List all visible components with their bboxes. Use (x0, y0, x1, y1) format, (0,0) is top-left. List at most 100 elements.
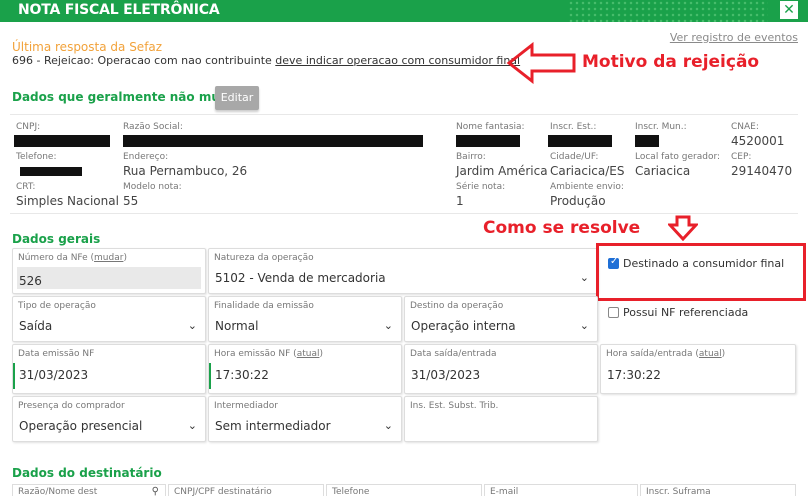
modelo-value: 55 (123, 194, 139, 208)
fixed-data-panel: CNPJ: Razão Social: Nome fantasia: Inscr… (10, 114, 798, 214)
crt-label: CRT: (16, 182, 36, 192)
tipo-operacao-value: Saída (19, 319, 53, 333)
data-saida-label: Data saída/entrada (410, 349, 497, 359)
inscr-est-label: Inscr. Est.: (550, 122, 597, 132)
data-saida-value: 31/03/2023 (411, 368, 481, 382)
redacted-nome-fantasia (456, 135, 520, 147)
ambiente-label: Ambiente envio: (550, 182, 624, 192)
cnpj-label: CNPJ: (16, 122, 41, 132)
redacted-cnpj (14, 135, 110, 147)
cidade-label: Cidade/UF: (550, 152, 599, 162)
destino-operacao-label: Destino da operação (410, 301, 504, 311)
close-icon[interactable]: ✕ (780, 1, 798, 19)
bairro-value: Jardim América (456, 164, 548, 178)
nfe-number-label: Número da NFe (mudar) (18, 253, 127, 263)
fixed-data-title: Dados que geralmente não mudam (12, 90, 250, 104)
tipo-operacao-label: Tipo de operação (18, 301, 96, 311)
nf-referenciada-label: Possui NF referenciada (623, 306, 749, 319)
cidade-value: Cariacica/ES (550, 164, 625, 178)
chevron-down-icon: ⌄ (383, 419, 393, 432)
natureza-operacao-value: 5102 - Venda de mercadoria (215, 271, 386, 285)
checkbox-unchecked-icon[interactable] (608, 307, 619, 318)
hora-saida-input[interactable]: Hora saída/entrada (atual) 17:30:22 (600, 344, 796, 394)
input-focus-bar (13, 363, 15, 389)
tipo-operacao-select[interactable]: Tipo de operação Saída ⌄ (12, 296, 206, 342)
natureza-operacao-label: Natureza da operação (214, 253, 314, 263)
nfe-number-disabled-bg (17, 267, 201, 289)
annotation-rejection-reason: Motivo da rejeição (582, 52, 760, 72)
hora-saida-value: 17:30:22 (607, 368, 661, 382)
rejection-highlight-text: deve indicar operacao com consumidor fin… (275, 54, 521, 67)
edit-button[interactable]: Editar (215, 86, 259, 110)
serie-label: Série nota: (456, 182, 506, 192)
recipient-document-label: CNPJ/CPF destinatário (174, 487, 272, 496)
recipient-email-input[interactable]: E-mail (484, 484, 638, 496)
nome-fantasia-label: Nome fantasia: (456, 122, 525, 132)
ins-est-subst-input[interactable]: Ins. Est. Subst. Trib. (404, 396, 598, 442)
search-icon[interactable]: ⚲ (152, 486, 159, 496)
recipient-email-label: E-mail (490, 487, 519, 496)
chevron-down-icon: ⌄ (187, 319, 197, 332)
recipient-suframa-label: Inscr. Suframa (646, 487, 711, 496)
redacted-telefone (20, 167, 82, 176)
redacted-inscr-mun (635, 135, 659, 147)
redacted-inscr-est (548, 135, 612, 147)
hora-emissao-label: Hora emissão NF (atual) (214, 349, 323, 359)
nfe-number-field: Número da NFe (mudar) 526 (12, 248, 206, 294)
finalidade-emissao-value: Normal (215, 319, 259, 333)
endereco-value: Rua Pernambuco, 26 (123, 164, 248, 178)
data-emissao-value: 31/03/2023 (19, 368, 89, 382)
chevron-down-icon: ⌄ (579, 319, 589, 332)
hora-emissao-input[interactable]: Hora emissão NF (atual) 17:30:22 (208, 344, 402, 394)
data-saida-input[interactable]: Data saída/entrada 31/03/2023 (404, 344, 598, 394)
app-header: NOTA FISCAL ELETRÔNICA ✕ (0, 0, 808, 22)
recipient-name-input[interactable]: Razão/Nome dest ⚲ (12, 484, 166, 496)
chevron-down-icon: ⌄ (579, 271, 589, 284)
annotation-highlight-frame (596, 243, 806, 301)
ins-est-subst-label: Ins. Est. Subst. Trib. (410, 401, 499, 411)
hora-emissao-value: 17:30:22 (215, 368, 269, 382)
rejection-code-text: 696 - Rejeicao: Operacao com nao contrib… (12, 54, 276, 67)
destino-operacao-select[interactable]: Destino da operação Operação interna ⌄ (404, 296, 598, 342)
data-emissao-input[interactable]: Data emissão NF 31/03/2023 (12, 344, 206, 394)
change-number-link[interactable]: mudar (94, 253, 123, 263)
events-log-link[interactable]: Ver registro de eventos (670, 31, 798, 44)
recipient-document-input[interactable]: CNPJ/CPF destinatário (168, 484, 324, 496)
intermediador-label: Intermediador (214, 401, 278, 411)
cep-value: 29140470 (731, 164, 793, 178)
ambiente-value: Produção (550, 194, 606, 208)
intermediador-value: Sem intermediador (215, 419, 331, 433)
razao-social-label: Razão Social: (123, 122, 183, 132)
hora-emissao-current-link[interactable]: atual (297, 349, 320, 359)
local-fato-label: Local fato gerador: (635, 152, 721, 162)
presenca-comprador-label: Presença do comprador (18, 401, 125, 411)
redacted-razao-social (123, 135, 423, 147)
recipient-name-label: Razão/Nome dest (18, 487, 98, 496)
data-emissao-label: Data emissão NF (18, 349, 95, 359)
intermediador-select[interactable]: Intermediador Sem intermediador ⌄ (208, 396, 402, 442)
hora-saida-label: Hora saída/entrada (atual) (606, 349, 726, 359)
input-focus-bar (209, 363, 211, 389)
endereco-label: Endereço: (123, 152, 169, 162)
presenca-comprador-select[interactable]: Presença do comprador Operação presencia… (12, 396, 206, 442)
inscr-mun-label: Inscr. Mun.: (635, 122, 687, 132)
chevron-down-icon: ⌄ (383, 319, 393, 332)
sefaz-response-message: 696 - Rejeicao: Operacao com nao contrib… (12, 54, 520, 67)
nfe-number-value: 526 (19, 274, 42, 288)
recipient-data-title: Dados do destinatário (12, 466, 162, 480)
down-arrow-annotation-icon (668, 215, 698, 241)
bairro-label: Bairro: (456, 152, 486, 162)
local-fato-value: Cariacica (635, 164, 691, 178)
recipient-phone-input[interactable]: Telefone (326, 484, 482, 496)
natureza-operacao-select[interactable]: Natureza da operação 5102 - Venda de mer… (208, 248, 598, 294)
finalidade-emissao-label: Finalidade da emissão (214, 301, 314, 311)
header-pattern (568, 0, 768, 22)
recipient-phone-label: Telefone (332, 487, 370, 496)
crt-value: Simples Nacional (16, 194, 119, 208)
hora-saida-current-link[interactable]: atual (699, 349, 722, 359)
cep-label: CEP: (731, 152, 752, 162)
finalidade-emissao-select[interactable]: Finalidade da emissão Normal ⌄ (208, 296, 402, 342)
telefone-label: Telefone: (16, 152, 57, 162)
recipient-suframa-input[interactable]: Inscr. Suframa (640, 484, 796, 496)
general-data-title: Dados gerais (12, 232, 101, 246)
